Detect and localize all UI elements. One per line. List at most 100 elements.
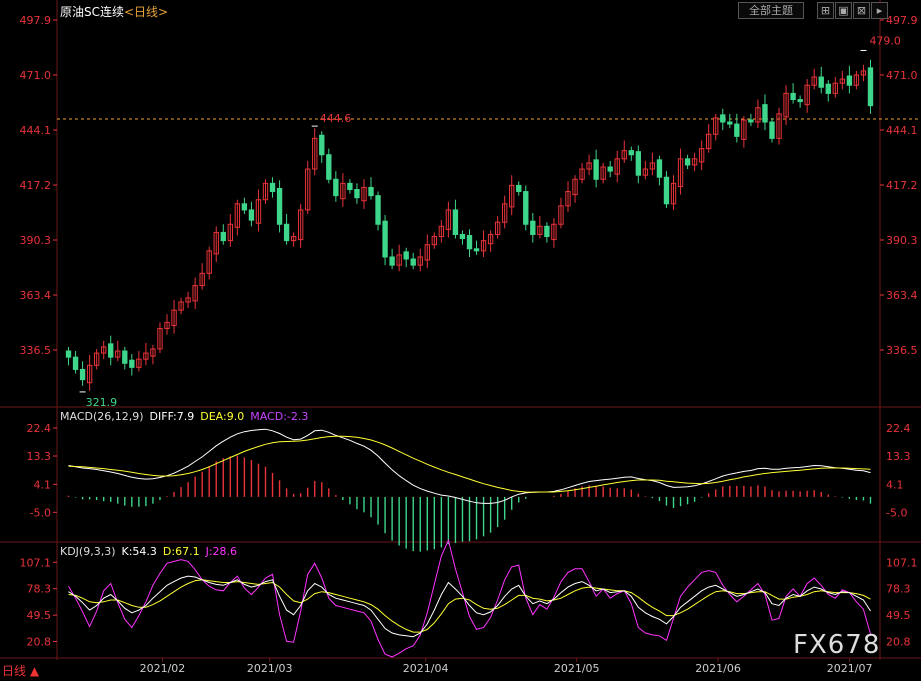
price-tick-label-right: 497.9: [886, 14, 918, 27]
high-annotation: 479.0: [869, 34, 901, 47]
macd-tick-label-left: 13.3: [27, 450, 52, 463]
macd-tick-label-right: 4.1: [886, 478, 904, 491]
macd-tick-label-left: 22.4: [27, 422, 52, 435]
candle-body: [72, 356, 79, 370]
candle-body: [241, 203, 248, 211]
candle-body: [797, 99, 803, 103]
candle-body: [544, 225, 550, 238]
forward-icon[interactable]: ▸: [871, 2, 888, 19]
kdj-tick-label-left: 107.1: [20, 556, 52, 569]
candle-body: [347, 182, 353, 190]
macd-tick-label-right: -5.0: [886, 506, 907, 519]
d-value: D:67.1: [162, 545, 200, 558]
candle-body: [368, 186, 374, 197]
candle-body: [269, 182, 276, 193]
candle-body: [410, 258, 416, 266]
candle-body: [593, 159, 599, 180]
candle-body: [530, 220, 536, 235]
price-tick-label-right: 471.0: [886, 69, 918, 82]
watermark-logo: FX678: [793, 630, 881, 660]
candle-body: [79, 368, 86, 381]
period-label[interactable]: <日线>: [124, 5, 168, 19]
kdj-legend: KDJ(9,3,3) K:54.3 D:67.1 J:28.6: [60, 545, 243, 558]
local-high-annotation: 444.6: [320, 112, 352, 125]
candle-body: [516, 184, 522, 193]
kdj-tick-label-right: 20.8: [886, 635, 911, 648]
candle-body: [769, 121, 775, 139]
x-axis-date-label: 2021/04: [403, 662, 449, 675]
candle-body: [382, 220, 388, 258]
theme-button[interactable]: 全部主题: [738, 2, 804, 19]
candle-body: [607, 166, 613, 172]
candle-body: [720, 114, 726, 123]
chart-title: 原油SC连续<日线>: [60, 3, 168, 20]
j-value: J:28.6: [205, 545, 238, 558]
x-axis-date-label: 2021/02: [140, 662, 186, 675]
diff-value: DIFF:7.9: [149, 410, 195, 423]
price-tick-label-right: 444.1: [886, 124, 918, 137]
candle-body: [108, 343, 114, 358]
macd-tick-label-left: -5.0: [30, 506, 51, 519]
x-axis-date-label: 2021/03: [247, 662, 293, 675]
kdj-name: KDJ(9,3,3): [60, 545, 116, 558]
kdj-tick-label-left: 20.8: [27, 635, 52, 648]
price-tick-label-right: 417.2: [886, 179, 918, 192]
price-tick-label-left: 497.9: [20, 14, 52, 27]
candle-body: [818, 76, 824, 88]
candle-body: [656, 159, 663, 178]
candle-body: [635, 151, 642, 176]
candle-body: [248, 209, 255, 221]
candle-body: [663, 176, 670, 205]
instrument-name: 原油SC连续: [60, 5, 124, 19]
candle-body: [452, 209, 459, 235]
dea-value: DEA:9.0: [200, 410, 245, 423]
price-tick-label-right: 336.5: [886, 344, 918, 357]
kdj-tick-label-left: 49.5: [27, 609, 52, 622]
macd-tick-label-right: 22.4: [886, 422, 911, 435]
macd-value: MACD:-2.3: [250, 410, 309, 423]
macd-tick-label-right: 13.3: [886, 450, 911, 463]
candle-body: [326, 154, 332, 180]
candle-body: [283, 223, 290, 242]
price-tick-label-left: 444.1: [20, 124, 52, 137]
price-tick-label-right: 363.4: [886, 289, 918, 302]
candle-body: [129, 359, 135, 368]
k-value: K:54.3: [121, 545, 157, 558]
candle-body: [319, 134, 325, 156]
low-annotation: 321.9: [86, 396, 118, 409]
candle-body: [354, 188, 360, 199]
candle-body: [333, 178, 339, 197]
macd-legend: MACD(26,12,9) DIFF:7.9 DEA:9.0 MACD:-2.3: [60, 410, 314, 423]
candle-body: [790, 92, 796, 101]
restore-icon[interactable]: ▣: [835, 2, 852, 19]
candle-body: [466, 235, 473, 250]
candle-body: [825, 83, 831, 94]
price-tick-label-left: 471.0: [20, 69, 52, 82]
kdj-tick-label-right: 78.3: [886, 583, 911, 596]
period-tab[interactable]: 日线 ▲: [2, 662, 39, 679]
candle-body: [867, 67, 874, 107]
candle-body: [523, 191, 529, 225]
candle-body: [846, 75, 853, 86]
close-icon[interactable]: ⊠: [853, 2, 870, 19]
candle-body: [473, 248, 480, 252]
x-axis-date-label: 2021/05: [554, 662, 600, 675]
candle-body: [762, 104, 768, 123]
candle-body: [276, 187, 283, 225]
macd-tick-label-left: 4.1: [34, 478, 52, 491]
price-tick-label-left: 417.2: [20, 179, 52, 192]
kdj-tick-label-right: 49.5: [886, 609, 911, 622]
macd-name: MACD(26,12,9): [60, 410, 144, 423]
x-axis-date-label: 2021/07: [827, 662, 873, 675]
candle-body: [684, 158, 691, 166]
chart-canvas: 497.9 497.9 471.0 471.0 444.1 444.1 417.2 417.2…: [0, 0, 921, 675]
price-tick-label-left: 363.4: [20, 289, 52, 302]
x-axis-date-label: 2021/06: [695, 662, 741, 675]
candle-body: [122, 350, 128, 364]
expand-icon[interactable]: ⊞: [817, 2, 834, 19]
kdj-tick-label-left: 78.3: [27, 583, 52, 596]
candle-body: [748, 119, 754, 123]
price-tick-label-left: 390.3: [20, 234, 52, 247]
candle-body: [734, 123, 740, 137]
candle-body: [65, 350, 72, 358]
